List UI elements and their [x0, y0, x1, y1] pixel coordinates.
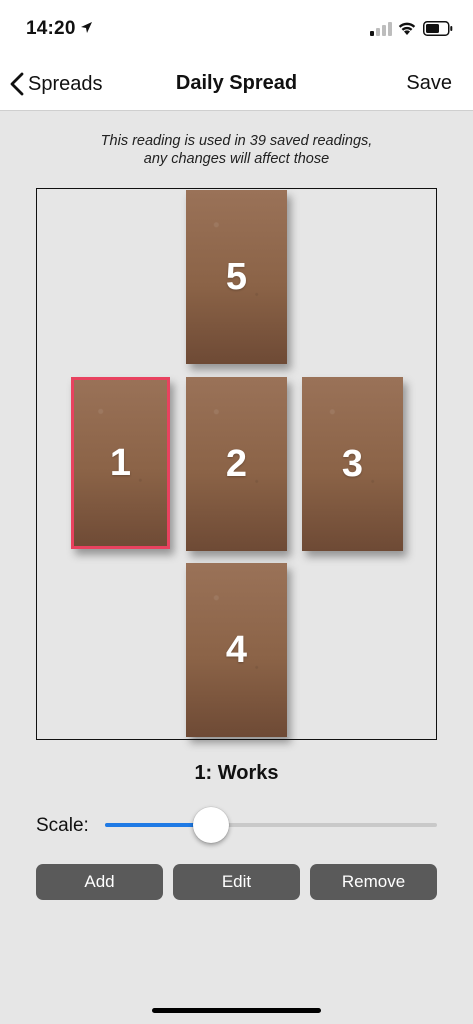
- usage-notice: This reading is used in 39 saved reading…: [0, 132, 473, 168]
- navigation-bar: Spreads Daily Spread Save: [0, 58, 473, 111]
- save-button[interactable]: Save: [406, 72, 452, 95]
- card-position-2[interactable]: 2: [186, 377, 287, 551]
- card-number: 4: [225, 628, 248, 671]
- scale-label: Scale:: [36, 815, 89, 836]
- card-position-4[interactable]: 4: [186, 563, 287, 737]
- wifi-icon: [398, 22, 416, 35]
- home-indicator: [152, 1008, 321, 1013]
- status-bar: 14:20: [0, 0, 473, 58]
- usage-notice-line-2: any changes will affect those: [143, 151, 330, 167]
- battery-icon: [423, 21, 453, 36]
- card-position-3[interactable]: 3: [302, 377, 403, 551]
- card-position-1[interactable]: 1: [71, 377, 170, 549]
- card-number: 1: [109, 441, 132, 484]
- add-button[interactable]: Add: [36, 864, 163, 900]
- edit-button[interactable]: Edit: [173, 864, 300, 900]
- remove-button[interactable]: Remove: [310, 864, 437, 900]
- card-number: 5: [225, 255, 248, 298]
- scale-slider[interactable]: [105, 807, 437, 843]
- usage-notice-line-1: This reading is used in 39 saved reading…: [100, 133, 373, 149]
- card-position-5[interactable]: 5: [186, 190, 287, 364]
- scale-slider-thumb[interactable]: [193, 807, 230, 843]
- page-title: Daily Spread: [175, 72, 298, 94]
- card-number: 3: [341, 442, 364, 485]
- spread-layout-canvas[interactable]: 5 1 2 3 4: [36, 188, 437, 740]
- selected-position-label: 1: Works: [194, 762, 279, 784]
- cellular-signal-icon: [370, 22, 392, 36]
- card-number: 2: [225, 442, 248, 485]
- location-arrow-icon: [81, 22, 92, 33]
- status-time: 14:20: [26, 18, 76, 39]
